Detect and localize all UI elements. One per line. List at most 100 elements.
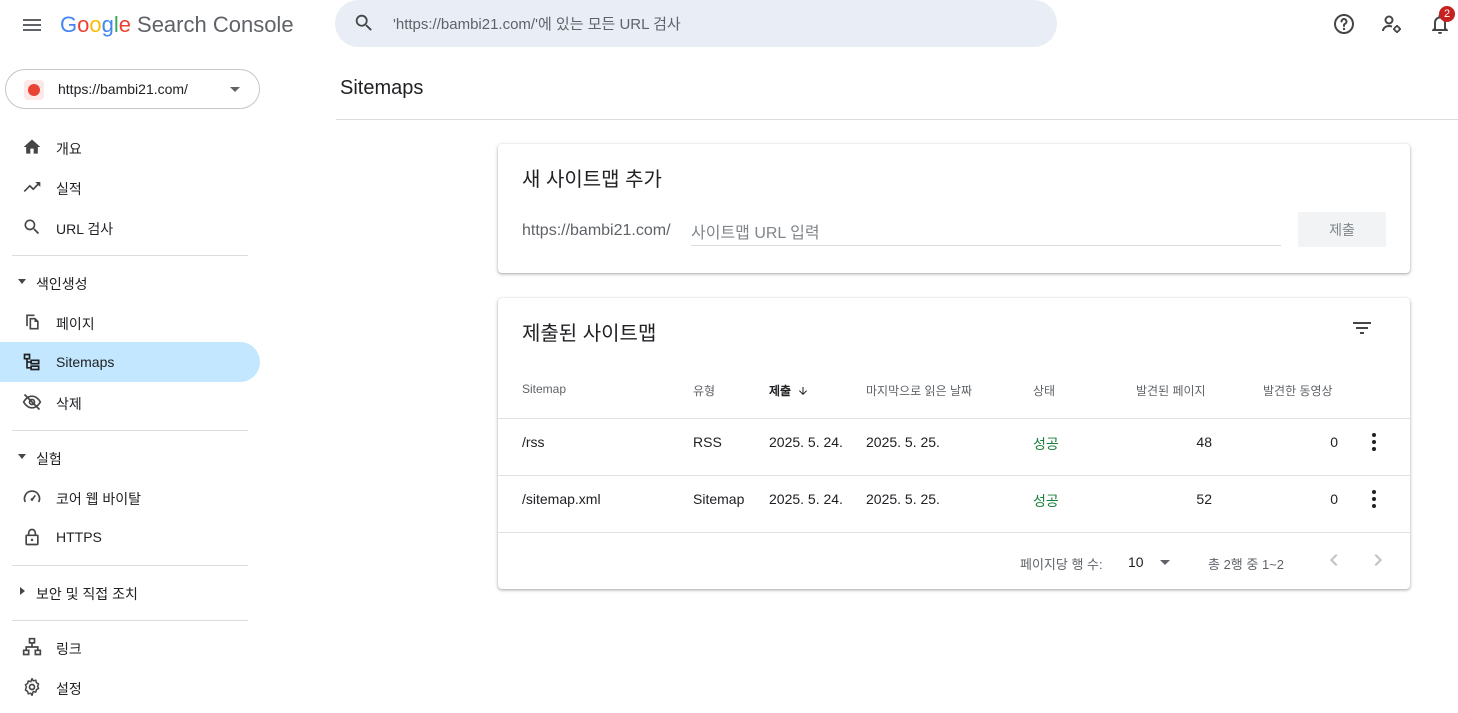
cell-discovered-pages: 48 <box>1196 434 1212 450</box>
url-inspection-search[interactable] <box>335 0 1057 47</box>
collapse-arrow-icon <box>18 279 26 284</box>
sitemap-url-input[interactable] <box>691 223 1281 246</box>
previous-page-button[interactable] <box>1322 548 1346 572</box>
speed-icon <box>22 487 42 507</box>
sidebar-item-settings[interactable]: 설정 <box>0 667 260 707</box>
logo-letter: o <box>89 12 102 37</box>
add-sitemap-title: 새 사이트맵 추가 <box>522 169 662 191</box>
cell-submitted: 2025. 5. 24. <box>769 434 843 450</box>
logo-letter: g <box>101 12 114 37</box>
table-divider <box>498 475 1410 476</box>
column-header-discovered-videos[interactable]: 발견한 동영상 <box>1263 382 1333 399</box>
sidebar-divider <box>12 565 248 566</box>
sidebar-item-overview[interactable]: 개요 <box>0 127 260 167</box>
google-search-console-logo[interactable]: Google Search Console <box>60 11 294 39</box>
column-header-last-read[interactable]: 마지막으로 읽은 날짜 <box>866 382 972 399</box>
cell-discovered-videos: 0 <box>1330 491 1338 507</box>
sidebar-divider <box>12 255 248 256</box>
sidebar-item-label: 개요 <box>56 141 82 157</box>
cell-submitted: 2025. 5. 24. <box>769 491 843 507</box>
page-title-divider <box>336 119 1458 120</box>
next-page-button[interactable] <box>1366 548 1390 572</box>
sidebar-item-core-web-vitals[interactable]: 코어 웹 바이탈 <box>0 477 260 517</box>
column-header-discovered-pages[interactable]: 발견된 페이지 <box>1136 382 1206 399</box>
visibility-off-icon <box>22 392 42 412</box>
search-input[interactable] <box>393 12 1033 36</box>
cell-status: 성공 <box>1033 493 1059 509</box>
sidebar-item-label: URL 검사 <box>56 221 114 237</box>
add-sitemap-card: 새 사이트맵 추가 https://bambi21.com/ 제출 <box>498 144 1410 273</box>
section-header-indexing[interactable]: 색인생성 <box>0 267 260 297</box>
links-icon <box>22 637 42 657</box>
home-icon <box>22 137 42 157</box>
submit-sitemap-button[interactable]: 제출 <box>1298 212 1386 247</box>
page-title: Sitemaps <box>340 77 424 99</box>
property-selector[interactable]: https://bambi21.com/ <box>5 69 260 109</box>
menu-icon[interactable] <box>20 13 44 37</box>
chevron-left-icon <box>1330 554 1338 566</box>
sidebar-item-pages[interactable]: 페이지 <box>0 302 260 342</box>
sidebar-item-label: HTTPS <box>56 529 102 545</box>
chevron-right-icon <box>1374 554 1382 566</box>
sidebar-item-links[interactable]: 링크 <box>0 627 260 667</box>
manage-users-icon[interactable] <box>1380 12 1404 36</box>
section-header-label: 색인생성 <box>36 276 88 292</box>
cell-sitemap: /rss <box>522 434 545 450</box>
cell-type: Sitemap <box>693 491 745 507</box>
arrow-down-icon <box>797 385 809 397</box>
filter-icon[interactable] <box>1350 316 1374 340</box>
table-divider <box>498 418 1410 419</box>
cell-last-read: 2025. 5. 25. <box>866 491 940 507</box>
sidebar-item-url-inspection[interactable]: URL 검사 <box>0 207 260 247</box>
product-name: Search Console <box>137 12 294 37</box>
search-icon <box>22 217 42 237</box>
pagination-range: 총 2행 중 1~2 <box>1208 557 1284 572</box>
sidebar-item-label: Sitemaps <box>56 354 115 370</box>
cell-last-read: 2025. 5. 25. <box>866 434 940 450</box>
expand-arrow-icon <box>20 587 25 595</box>
section-header-label: 실험 <box>36 451 62 467</box>
sidebar-item-label: 페이지 <box>56 316 95 332</box>
top-bar: GoogleSearch Console 2 <box>0 0 1458 50</box>
settings-icon <box>22 677 42 697</box>
rows-per-page-select[interactable]: 10 <box>1128 548 1176 574</box>
sidebar-item-sitemaps[interactable]: Sitemaps <box>0 342 260 382</box>
more-vert-icon[interactable] <box>1364 430 1384 454</box>
help-icon[interactable] <box>1332 12 1356 36</box>
property-label: https://bambi21.com/ <box>58 81 188 97</box>
sidebar-item-performance[interactable]: 실적 <box>0 167 260 207</box>
site-favicon-icon <box>24 80 44 100</box>
sidebar-item-label: 링크 <box>56 641 82 657</box>
logo-letter: e <box>118 12 132 37</box>
chevron-down-icon <box>230 87 240 92</box>
cell-status: 성공 <box>1033 436 1059 452</box>
sidebar-divider <box>12 430 248 431</box>
sitemap-url-prefix: https://bambi21.com/ <box>522 222 671 239</box>
cell-discovered-pages: 52 <box>1196 491 1212 507</box>
sidebar-item-label: 삭제 <box>56 396 82 412</box>
column-header-label: 제출 <box>769 384 792 398</box>
sitemap-icon <box>22 352 42 372</box>
sidebar-item-label: 실적 <box>56 181 82 197</box>
trending-up-icon <box>22 177 42 197</box>
pages-icon <box>22 312 42 332</box>
chevron-down-icon <box>1160 560 1170 565</box>
submitted-sitemaps-title: 제출된 사이트맵 <box>522 323 657 345</box>
lock-icon <box>22 527 42 547</box>
section-header-security[interactable]: 보안 및 직접 조치 <box>0 577 260 607</box>
column-header-status[interactable]: 상태 <box>1033 382 1055 399</box>
sidebar-item-label: 설정 <box>56 681 82 697</box>
sidebar-item-removals[interactable]: 삭제 <box>0 382 260 422</box>
column-header-type[interactable]: 유형 <box>693 382 715 399</box>
logo-letter: o <box>77 12 90 37</box>
table-divider <box>498 532 1410 533</box>
sidebar-item-https[interactable]: HTTPS <box>0 517 260 557</box>
cell-sitemap: /sitemap.xml <box>522 491 601 507</box>
logo-letter: G <box>60 12 78 37</box>
more-vert-icon[interactable] <box>1364 487 1384 511</box>
column-header-submitted[interactable]: 제출 <box>769 382 809 399</box>
notification-badge: 2 <box>1439 6 1455 22</box>
column-header-sitemap[interactable]: Sitemap <box>522 382 566 396</box>
cell-discovered-videos: 0 <box>1330 434 1338 450</box>
section-header-experience[interactable]: 실험 <box>0 442 260 472</box>
